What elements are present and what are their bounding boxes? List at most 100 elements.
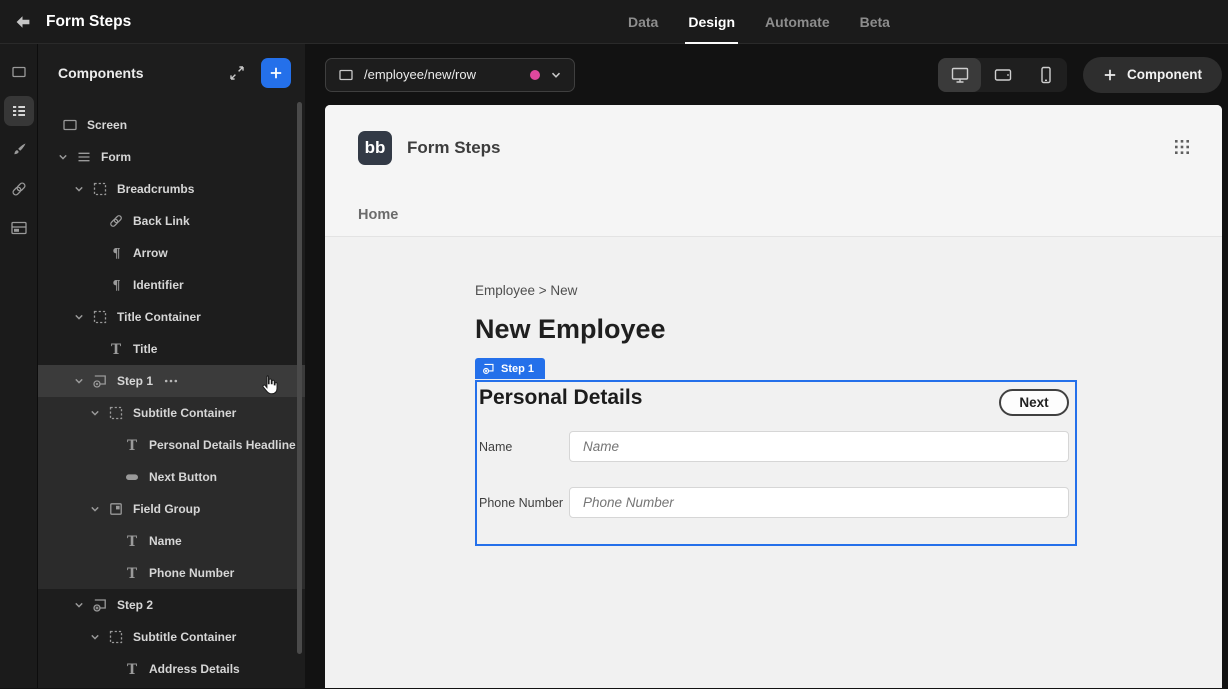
panel-scrollbar[interactable] — [297, 102, 302, 654]
add-component-cta-button[interactable]: Component — [1083, 56, 1222, 93]
tree-row[interactable]: Field Group — [38, 493, 305, 525]
button-icon — [124, 469, 140, 485]
svg-text:¶: ¶ — [112, 247, 120, 261]
text-icon: T — [124, 565, 140, 581]
tree-row[interactable]: T Address Details — [38, 653, 305, 685]
add-component-button[interactable] — [261, 58, 291, 88]
more-options-icon[interactable] — [163, 373, 179, 389]
container-icon — [108, 405, 124, 421]
back-button[interactable] — [0, 0, 46, 44]
rail-item[interactable] — [4, 213, 34, 243]
app-logo: bb — [358, 131, 392, 165]
tab-label: Beta — [859, 13, 890, 30]
preview-app-title: Form Steps — [407, 138, 501, 157]
container-icon — [108, 629, 124, 645]
route-text: /employee/new/row — [364, 67, 476, 82]
nav-link-home[interactable]: Home — [358, 207, 398, 223]
chevron-down-icon — [550, 69, 562, 81]
tree-row-label: Name — [149, 534, 182, 548]
components-panel-title: Components — [58, 65, 144, 81]
tree-row[interactable]: T Personal Details Headline — [38, 429, 305, 461]
tab-label: Automate — [765, 13, 830, 30]
text-input[interactable] — [569, 431, 1069, 462]
paragraph-icon: ¶ — [108, 277, 124, 293]
selected-step-container[interactable]: Personal Details Next Name Phone Number — [475, 380, 1077, 546]
tree-row[interactable]: ¶ Identifier — [38, 269, 305, 301]
topbar-tab[interactable]: Data — [628, 0, 658, 43]
screen-route-selector[interactable]: /employee/new/row — [325, 57, 575, 92]
app-title: Form Steps — [46, 12, 132, 30]
tree-row-label: Subtitle Container — [133, 406, 237, 420]
tree-row[interactable]: T Name — [38, 525, 305, 557]
chevron-down-icon[interactable] — [74, 600, 84, 610]
component-tree: Screen Form Breadcrumbs Back Link ¶ Arro… — [38, 102, 305, 688]
tab-label: Data — [628, 13, 659, 30]
tree-row[interactable]: Screen — [38, 109, 305, 141]
tree-row-label: Step 1 — [117, 374, 154, 388]
desktop-icon — [950, 65, 970, 85]
tree-row-label: Next Button — [149, 470, 217, 484]
tab-label: Design — [688, 13, 736, 30]
chevron-down-icon[interactable] — [90, 408, 100, 418]
chevron-down-icon[interactable] — [90, 632, 100, 642]
grid-dots-icon[interactable] — [1173, 138, 1191, 156]
breadcrumb: Employee > New — [475, 283, 578, 298]
component-tree-icon — [10, 102, 28, 120]
chevron-down-icon[interactable] — [74, 376, 84, 386]
device-preview-toggle — [938, 57, 1067, 92]
rail-item[interactable] — [4, 174, 34, 204]
tree-row-label: Personal Details Headline — [149, 438, 296, 452]
tree-row[interactable]: Subtitle Container — [38, 621, 305, 653]
expand-panel-button[interactable] — [227, 63, 247, 83]
tree-row-label: Breadcrumbs — [117, 182, 195, 196]
theme-brush-icon — [10, 141, 28, 159]
navigation-link-icon — [10, 180, 28, 198]
topbar-tab[interactable]: Design — [685, 0, 738, 44]
container-icon — [92, 181, 108, 197]
topbar-tab[interactable]: Automate — [765, 0, 830, 43]
tree-row[interactable]: Breadcrumbs — [38, 173, 305, 205]
svg-text:T: T — [111, 342, 121, 357]
layout-icon — [10, 219, 28, 237]
screen-icon — [62, 117, 78, 133]
tree-row[interactable]: T Title — [38, 333, 305, 365]
rail-item[interactable] — [3, 96, 34, 126]
tree-row[interactable]: ¶ Arrow — [38, 237, 305, 269]
form-field-row: Name — [477, 431, 1075, 462]
screen-icon — [338, 67, 354, 83]
link-icon — [108, 213, 124, 229]
tree-row[interactable]: Step 2 — [38, 589, 305, 621]
device-button[interactable] — [938, 57, 981, 92]
mobile-icon — [1036, 65, 1056, 85]
tree-row[interactable]: Subtitle Container — [38, 397, 305, 429]
svg-text:T: T — [127, 534, 137, 549]
route-status-dot — [530, 69, 540, 80]
device-button[interactable] — [1024, 58, 1067, 92]
chevron-down-icon[interactable] — [74, 312, 84, 322]
rail-item[interactable] — [4, 135, 34, 165]
chevron-down-icon[interactable] — [90, 504, 100, 514]
components-panel-header: Components — [38, 44, 305, 102]
chevron-down-icon[interactable] — [58, 152, 68, 162]
chevron-down-icon[interactable] — [74, 184, 84, 194]
rail-item[interactable] — [4, 57, 34, 87]
back-arrow-icon — [13, 12, 33, 32]
topbar-tab[interactable]: Beta — [860, 0, 890, 43]
tree-row[interactable]: Step 1 — [38, 365, 305, 397]
tree-row[interactable]: Form — [38, 141, 305, 173]
next-button[interactable]: Next — [999, 389, 1069, 416]
text-input[interactable] — [569, 487, 1069, 518]
step-icon — [92, 373, 108, 389]
tablet-icon — [993, 65, 1013, 85]
tree-row-label: Back Link — [133, 214, 190, 228]
form-field-row: Phone Number — [477, 487, 1075, 518]
tree-row[interactable]: Title Container — [38, 301, 305, 333]
tree-row[interactable]: Next Button — [38, 461, 305, 493]
tree-row[interactable]: T Phone Number — [38, 557, 305, 589]
svg-text:T: T — [127, 438, 137, 453]
tree-row[interactable]: Back Link — [38, 205, 305, 237]
tree-row-label: Arrow — [133, 246, 168, 260]
tree-row-label: Title Container — [117, 310, 201, 324]
page-title: New Employee — [475, 314, 666, 344]
device-button[interactable] — [981, 58, 1024, 92]
